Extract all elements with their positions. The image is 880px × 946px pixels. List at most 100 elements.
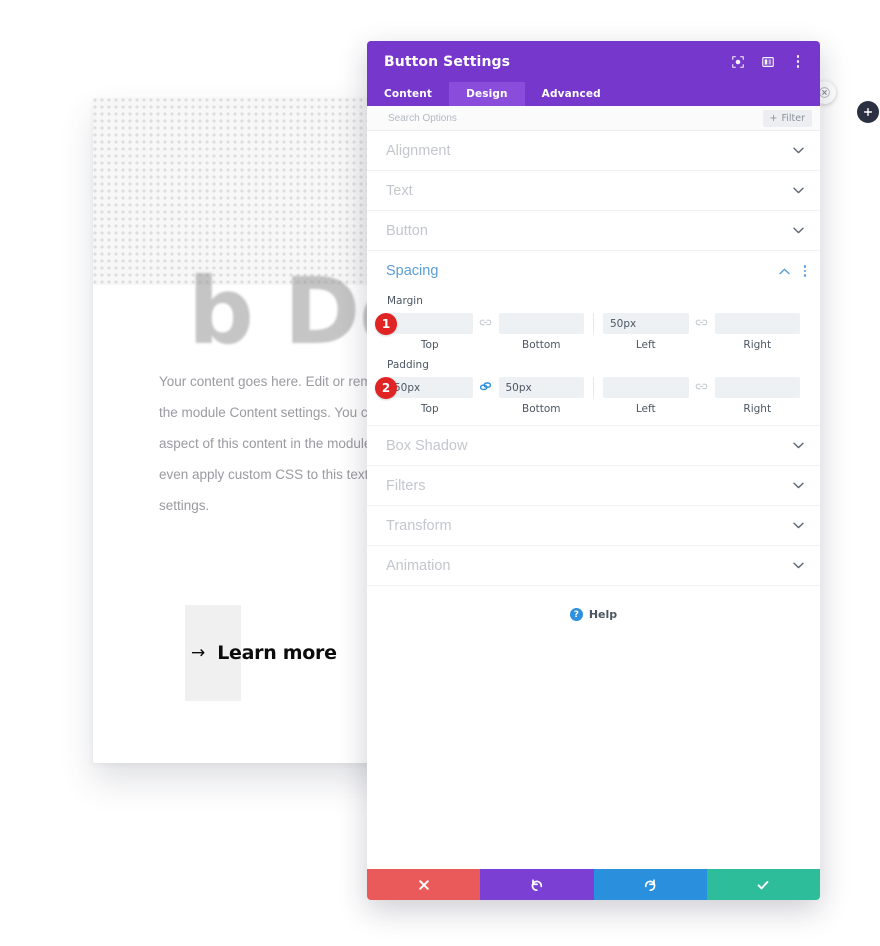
padding-divider bbox=[593, 377, 594, 398]
chevron-down-icon bbox=[792, 145, 804, 157]
margin-left-input[interactable] bbox=[603, 313, 689, 334]
chevron-down-icon bbox=[792, 185, 804, 197]
margin-top-caption: Top bbox=[420, 339, 439, 351]
margin-bottom-cell: Bottom bbox=[498, 313, 584, 351]
save-button[interactable] bbox=[706, 869, 820, 900]
margin-top-input[interactable] bbox=[387, 313, 473, 334]
padding-fields: Top Bottom bbox=[387, 377, 800, 415]
step-badge-2: 2 bbox=[375, 377, 397, 399]
redo-icon bbox=[645, 878, 656, 891]
chain-linked-icon bbox=[479, 382, 492, 391]
search-input[interactable] bbox=[386, 111, 763, 125]
padding-left-input[interactable] bbox=[603, 377, 689, 398]
chevron-down-icon bbox=[792, 560, 804, 572]
section-spacing-title: Spacing bbox=[386, 263, 439, 279]
margin-group: Margin 1 Top Bottom 50px Left Right bbox=[367, 295, 820, 351]
margin-bottom-caption: Bottom bbox=[521, 339, 561, 351]
padding-right-cell: Right bbox=[714, 377, 800, 415]
chain-unlinked-icon bbox=[695, 319, 708, 326]
help-link[interactable]: ? Help bbox=[367, 586, 820, 621]
section-spacing: Spacing Margin 1 Top Bottom 50px Left Ri… bbox=[367, 251, 820, 426]
filter-button[interactable]: + Filter bbox=[762, 109, 812, 127]
section-filters-label: Filters bbox=[386, 477, 426, 494]
tab-advanced[interactable]: Advanced bbox=[525, 82, 618, 106]
learn-more-button[interactable]: → Learn more bbox=[120, 605, 337, 701]
padding-label: Padding bbox=[387, 359, 429, 371]
padding-right-input[interactable] bbox=[714, 377, 800, 398]
tab-content[interactable]: Content bbox=[367, 82, 449, 106]
padding-link-horizontal-button[interactable] bbox=[689, 377, 715, 392]
section-animation-label: Animation bbox=[386, 557, 451, 574]
section-transform-label: Transform bbox=[386, 517, 452, 534]
modal-header-actions bbox=[730, 54, 806, 70]
target-icon[interactable] bbox=[730, 54, 746, 70]
close-icon bbox=[819, 87, 830, 98]
plus-icon: + bbox=[769, 112, 778, 124]
padding-right-caption: Right bbox=[743, 403, 772, 415]
margin-bottom-input[interactable] bbox=[498, 313, 584, 334]
step-badge-1: 1 bbox=[375, 313, 397, 335]
padding-bottom-caption: Bottom bbox=[521, 403, 561, 415]
padding-left-caption: Left bbox=[635, 403, 656, 415]
padding-bottom-cell: Bottom bbox=[498, 377, 584, 415]
tab-design[interactable]: Design bbox=[449, 82, 525, 106]
margin-link-horizontal-button[interactable] bbox=[689, 313, 715, 328]
padding-left-cell: Left bbox=[603, 377, 689, 415]
filter-label: Filter bbox=[781, 112, 805, 124]
learn-more-label: Learn more bbox=[217, 642, 337, 664]
undo-button[interactable] bbox=[480, 869, 594, 900]
kebab-menu-icon[interactable] bbox=[803, 265, 806, 277]
padding-top-input[interactable] bbox=[387, 377, 473, 398]
padding-top-cell: Top bbox=[387, 377, 473, 415]
margin-divider bbox=[593, 313, 594, 334]
screen-root: b Des Your content goes here. Edit or re… bbox=[0, 0, 880, 946]
modal-header: Button Settings bbox=[367, 41, 820, 82]
checkmark-icon bbox=[758, 880, 769, 889]
chevron-down-icon bbox=[792, 225, 804, 237]
section-spacing-header[interactable]: Spacing bbox=[367, 251, 820, 291]
section-filters[interactable]: Filters bbox=[367, 466, 820, 506]
help-icon: ? bbox=[569, 608, 583, 621]
help-label: Help bbox=[588, 608, 618, 621]
padding-bottom-input[interactable] bbox=[498, 377, 584, 398]
margin-top-cell: Top bbox=[387, 313, 473, 351]
section-animation[interactable]: Animation bbox=[367, 546, 820, 586]
kebab-menu-icon[interactable] bbox=[790, 54, 806, 70]
search-options-bar: + Filter bbox=[367, 106, 820, 131]
section-box-shadow[interactable]: Box Shadow bbox=[367, 426, 820, 466]
modal-title: Button Settings bbox=[384, 53, 511, 70]
padding-link-vertical-button[interactable] bbox=[473, 377, 499, 392]
chevron-down-icon bbox=[792, 440, 804, 452]
section-button[interactable]: Button bbox=[367, 211, 820, 251]
margin-label: Margin bbox=[387, 295, 423, 307]
section-text[interactable]: Text bbox=[367, 171, 820, 211]
section-text-label: Text bbox=[386, 182, 413, 199]
chevron-up-icon[interactable] bbox=[779, 265, 791, 277]
close-icon bbox=[418, 879, 429, 890]
section-button-label: Button bbox=[386, 222, 428, 239]
section-transform[interactable]: Transform bbox=[367, 506, 820, 546]
margin-right-input[interactable] bbox=[714, 313, 800, 334]
button-settings-modal: Button Settings Content Design Advanced … bbox=[367, 41, 820, 900]
cancel-button[interactable] bbox=[367, 869, 481, 900]
redo-button[interactable] bbox=[593, 869, 707, 900]
chevron-down-icon bbox=[792, 520, 804, 532]
plus-icon bbox=[863, 107, 873, 117]
section-alignment-label: Alignment bbox=[386, 142, 451, 159]
padding-group: Padding 2 Top bbox=[367, 359, 820, 415]
section-box-shadow-label: Box Shadow bbox=[386, 437, 468, 454]
modal-body: Alignment Text Button Spacing Margin 1 T… bbox=[367, 131, 820, 869]
margin-right-caption: Right bbox=[743, 339, 772, 351]
margin-right-cell: Right bbox=[714, 313, 800, 351]
add-module-button[interactable] bbox=[857, 101, 879, 123]
margin-link-vertical-button[interactable] bbox=[473, 313, 499, 328]
margin-left-caption: Left bbox=[635, 339, 656, 351]
section-alignment[interactable]: Alignment bbox=[367, 131, 820, 171]
chevron-down-icon bbox=[792, 480, 804, 492]
modal-tabs: Content Design Advanced bbox=[367, 82, 820, 106]
kebab-dots bbox=[791, 55, 805, 68]
modal-footer bbox=[367, 869, 820, 900]
chain-unlinked-icon bbox=[479, 319, 492, 326]
chain-unlinked-icon bbox=[695, 383, 708, 390]
layout-panel-icon[interactable] bbox=[760, 54, 776, 70]
